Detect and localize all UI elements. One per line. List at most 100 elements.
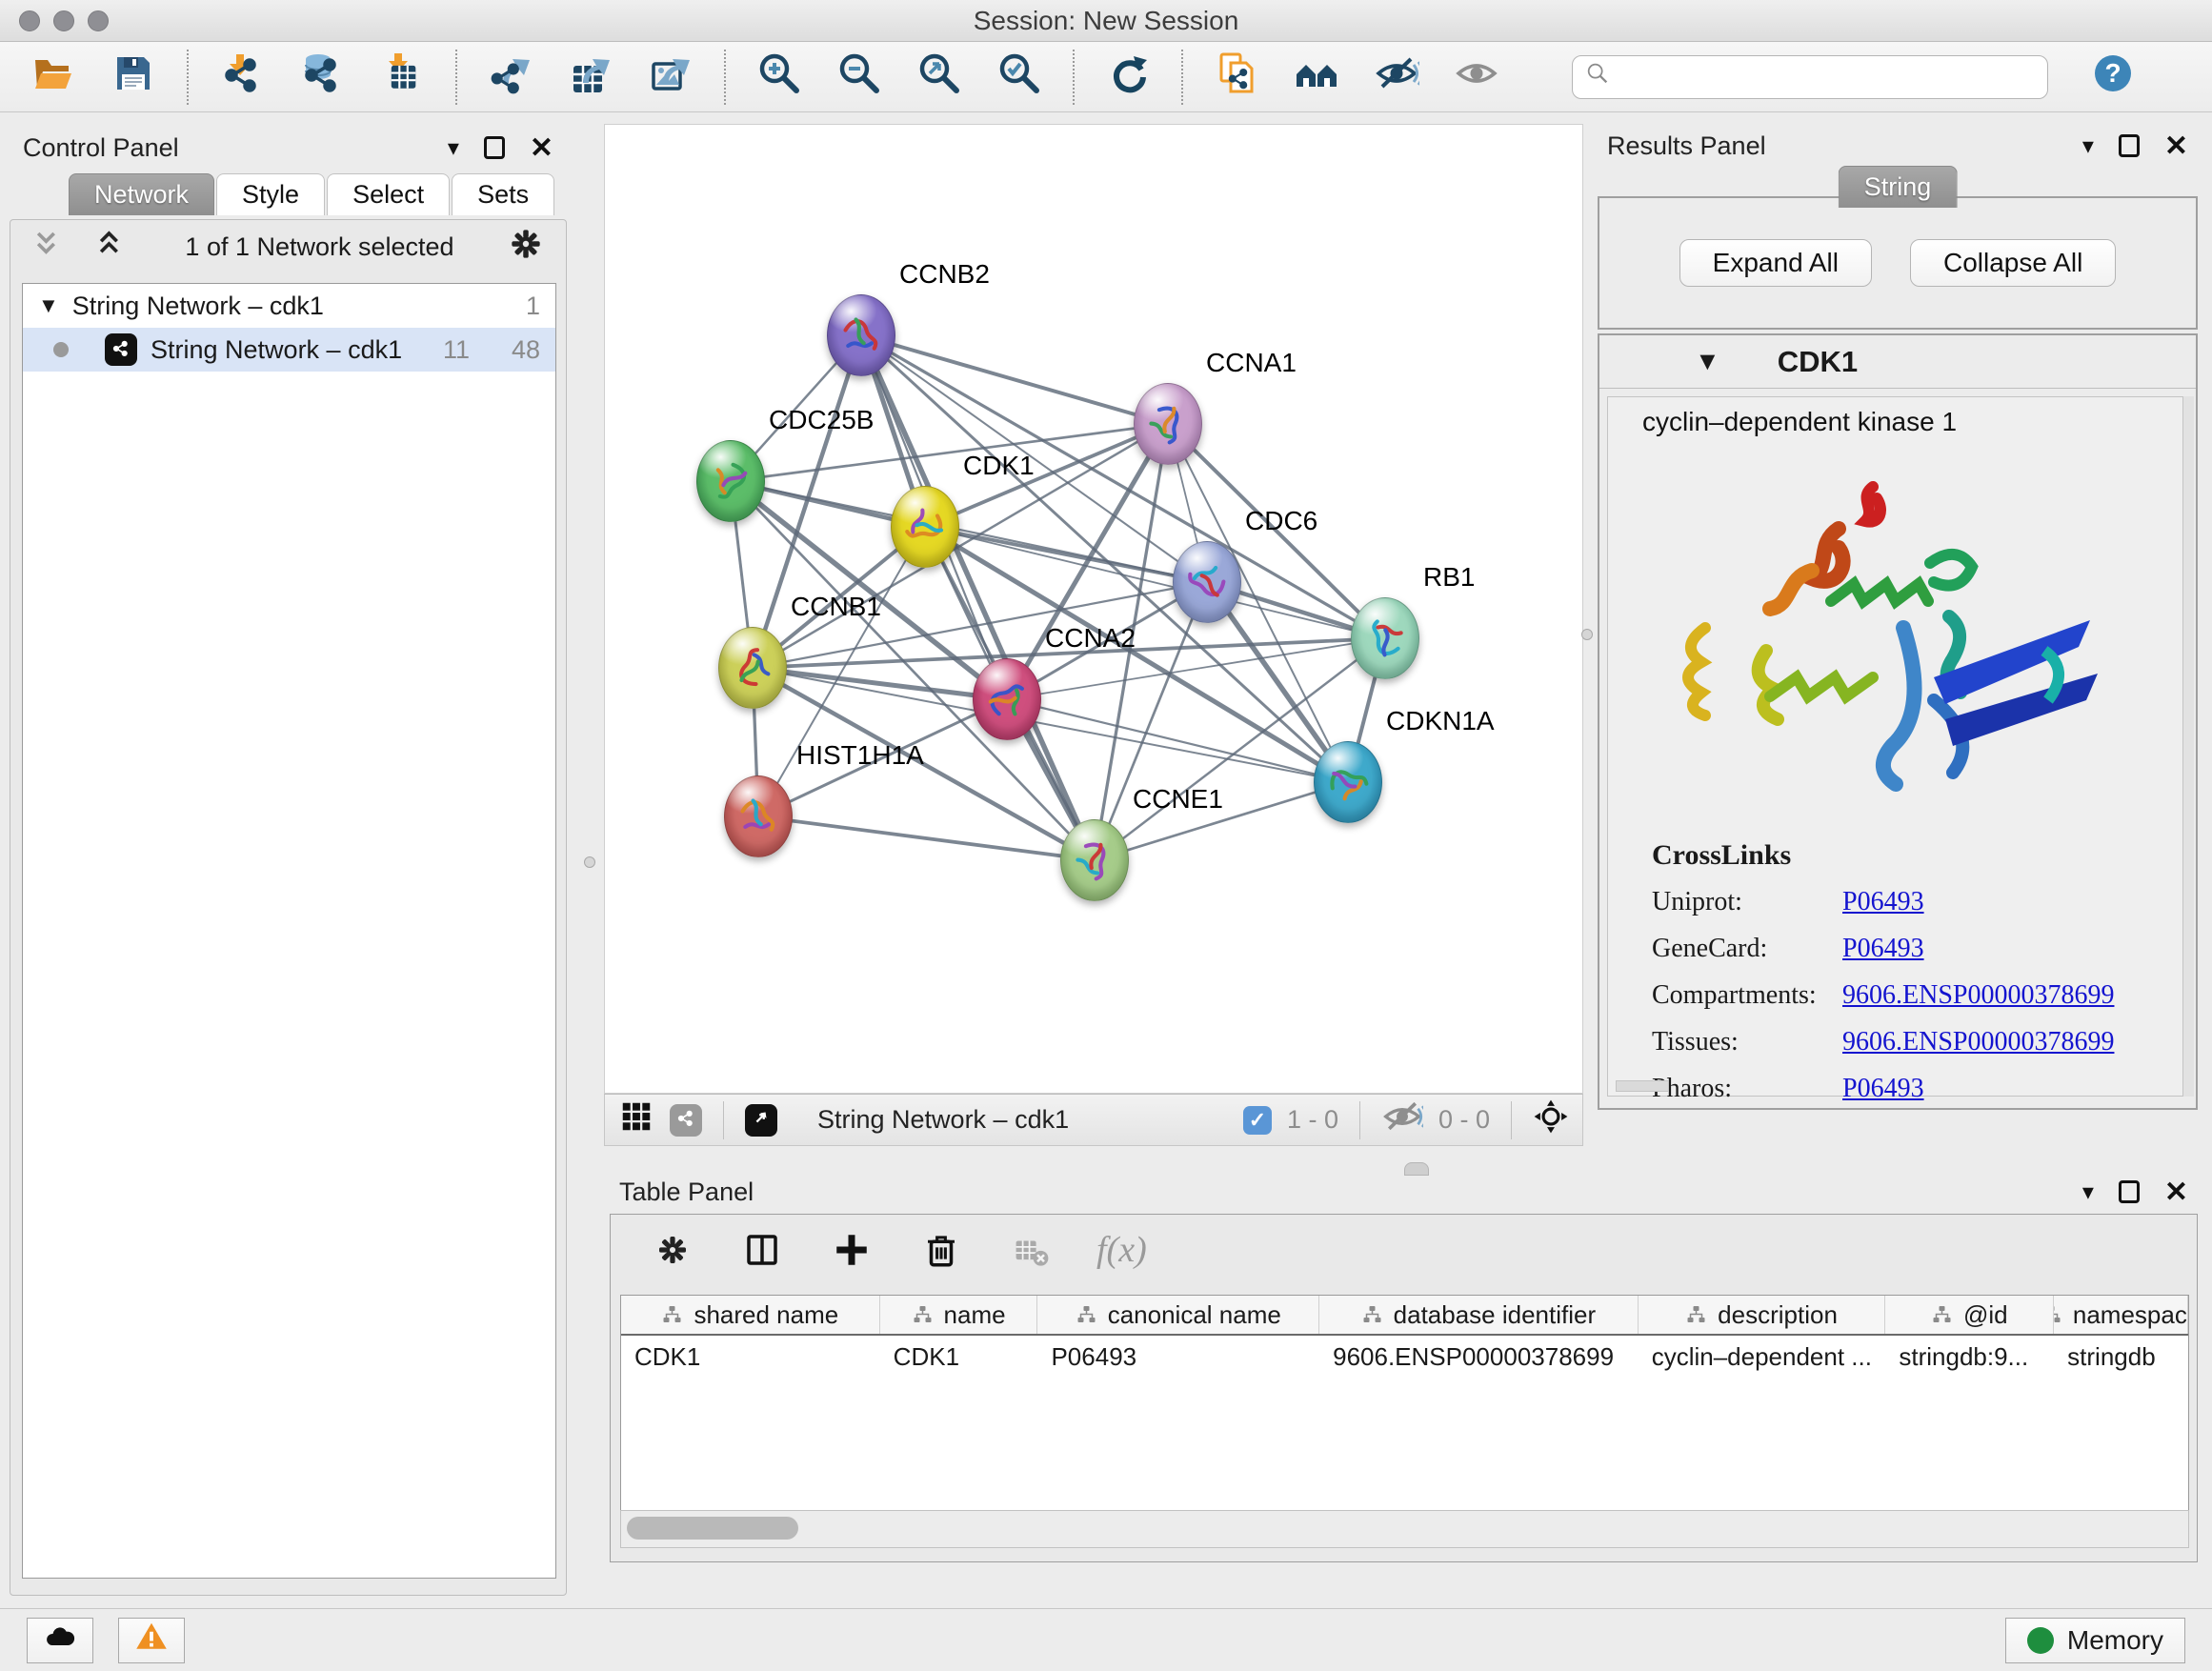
expand-all-button[interactable]: Expand All — [1679, 239, 1872, 287]
show-all-button[interactable]: > — [1452, 52, 1501, 102]
tab-style[interactable]: Style — [216, 173, 325, 215]
collapse-all-networks-icon[interactable] — [30, 223, 71, 272]
panel-menu-icon[interactable]: ▾ — [2082, 132, 2094, 160]
close-panel-icon[interactable]: ✕ — [530, 131, 553, 165]
tab-network[interactable]: Network — [69, 173, 214, 215]
crosslink-link[interactable]: P06493 — [1842, 934, 1924, 964]
column-header-database-identifier[interactable]: database identifier — [1319, 1296, 1639, 1334]
column-header-namespace[interactable]: namespace — [2054, 1296, 2188, 1334]
network-view-icon[interactable] — [670, 1104, 702, 1137]
network-edge[interactable] — [861, 335, 1168, 424]
crosslink-label: Uniprot: — [1652, 887, 1842, 917]
detach-view-icon[interactable] — [745, 1104, 777, 1137]
collapse-all-button[interactable]: Collapse All — [1910, 239, 2116, 287]
panel-menu-icon[interactable]: ▾ — [2082, 1178, 2094, 1206]
export-table-button[interactable] — [566, 52, 615, 102]
collection-expander-icon[interactable]: ▼ — [38, 293, 59, 318]
table-row[interactable]: CDK1CDK1P064939606.ENSP00000378699cyclin… — [621, 1336, 2188, 1378]
tab-sets[interactable]: Sets — [452, 173, 554, 215]
network-node-ccnb2[interactable] — [827, 294, 895, 376]
apply-layout-button[interactable] — [1103, 52, 1153, 102]
expand-all-networks-icon[interactable] — [92, 223, 134, 272]
column-header-shared-name[interactable]: shared name — [621, 1296, 880, 1334]
network-canvas[interactable]: CCNB2 CCNA1 CDC25B CDK1 CDC6 RB1 CCNB1 C… — [604, 124, 1583, 1094]
delete-table-icon[interactable] — [1007, 1226, 1055, 1274]
delete-column-icon[interactable] — [917, 1226, 965, 1274]
network-edge[interactable] — [753, 668, 1007, 699]
network-edge[interactable] — [861, 335, 1385, 638]
crosslink-link[interactable]: P06493 — [1842, 1074, 1924, 1104]
network-row[interactable]: String Network – cdk1 11 48 — [23, 328, 555, 372]
network-node-cdkn1a[interactable] — [1314, 741, 1382, 823]
column-header-description[interactable]: description — [1639, 1296, 1886, 1334]
float-panel-icon[interactable] — [2119, 1180, 2140, 1203]
network-node-hist1h1a[interactable] — [724, 775, 793, 857]
show-columns-icon[interactable] — [738, 1226, 786, 1274]
float-panel-icon[interactable] — [2119, 134, 2140, 157]
zoom-selected-button[interactable] — [995, 52, 1044, 102]
zoom-out-button[interactable] — [835, 52, 884, 102]
help-button[interactable]: ? — [2088, 52, 2138, 102]
column-header-name[interactable]: name — [880, 1296, 1038, 1334]
minimize-window-button[interactable] — [53, 10, 74, 31]
results-scrollbar-vertical[interactable] — [2182, 396, 2194, 1097]
network-node-cdk1[interactable] — [891, 486, 959, 568]
warnings-button[interactable] — [118, 1618, 185, 1663]
close-window-button[interactable] — [19, 10, 40, 31]
network-node-ccna2[interactable] — [973, 658, 1041, 740]
panel-menu-icon[interactable]: ▾ — [448, 134, 459, 162]
close-panel-icon[interactable]: ✕ — [2164, 130, 2188, 163]
table-scrollbar-horizontal[interactable] — [620, 1510, 2189, 1548]
open-session-button[interactable] — [29, 52, 78, 102]
hidden-eye-icon[interactable] — [1381, 1096, 1423, 1144]
import-network-file-button[interactable] — [217, 52, 267, 102]
network-node-cdc25b[interactable] — [696, 440, 765, 522]
save-session-button[interactable] — [109, 52, 158, 102]
zoom-in-button[interactable] — [754, 52, 804, 102]
splitter-handle[interactable] — [1581, 629, 1593, 640]
import-table-file-button[interactable] — [377, 52, 427, 102]
table-settings-icon[interactable] — [649, 1226, 696, 1274]
tab-string[interactable]: String — [1839, 166, 1958, 208]
zoom-window-button[interactable] — [88, 10, 109, 31]
network-node-ccnb1[interactable] — [718, 627, 787, 709]
hide-selected-button[interactable] — [1372, 52, 1421, 102]
network-node-rb1[interactable] — [1351, 597, 1419, 679]
column-header--id[interactable]: @id — [1885, 1296, 2054, 1334]
float-panel-icon[interactable] — [484, 136, 505, 159]
window-controls[interactable] — [19, 10, 109, 31]
node-table[interactable]: shared name name canonical name database… — [620, 1295, 2189, 1510]
new-network-from-selection-button[interactable] — [1212, 52, 1261, 102]
search-input[interactable] — [1619, 62, 2036, 91]
memory-button[interactable]: Memory — [2005, 1618, 2185, 1663]
network-node-ccna1[interactable] — [1134, 383, 1202, 465]
crosslink-link[interactable]: P06493 — [1842, 887, 1924, 917]
import-network-database-button[interactable] — [297, 52, 347, 102]
network-node-ccne1[interactable] — [1060, 819, 1129, 901]
network-edge[interactable] — [758, 816, 1095, 860]
cloud-status-button[interactable] — [27, 1618, 93, 1663]
tab-select[interactable]: Select — [327, 173, 450, 215]
crosslink-link[interactable]: 9606.ENSP00000378699 — [1842, 980, 2114, 1011]
add-column-icon[interactable] — [828, 1226, 875, 1274]
grid-view-icon[interactable] — [618, 1098, 654, 1141]
search-box[interactable] — [1572, 55, 2048, 99]
birds-eye-icon[interactable] — [1533, 1098, 1569, 1141]
export-image-button[interactable] — [646, 52, 695, 102]
selected-checkbox-icon[interactable]: ✓ — [1243, 1106, 1272, 1135]
first-neighbors-button[interactable] — [1292, 52, 1341, 102]
function-builder-icon[interactable]: f(x) — [1096, 1229, 1147, 1271]
collapse-protein-icon[interactable]: ▼ — [1695, 347, 1720, 376]
network-edge[interactable] — [861, 335, 1095, 860]
network-collection-row[interactable]: ▼ String Network – cdk1 1 — [23, 284, 555, 328]
results-scrollbar-horizontal[interactable] — [1616, 1080, 1669, 1092]
network-node-cdc6[interactable] — [1173, 541, 1241, 623]
crosslink-link[interactable]: 9606.ENSP00000378699 — [1842, 1027, 2114, 1057]
column-header-canonical-name[interactable]: canonical name — [1037, 1296, 1319, 1334]
panel-resize-grip[interactable] — [1404, 1162, 1429, 1176]
close-panel-icon[interactable]: ✕ — [2164, 1176, 2188, 1209]
zoom-fit-button[interactable] — [915, 52, 964, 102]
gear-icon[interactable] — [505, 223, 547, 272]
export-network-button[interactable] — [486, 52, 535, 102]
splitter-handle[interactable] — [584, 856, 595, 868]
